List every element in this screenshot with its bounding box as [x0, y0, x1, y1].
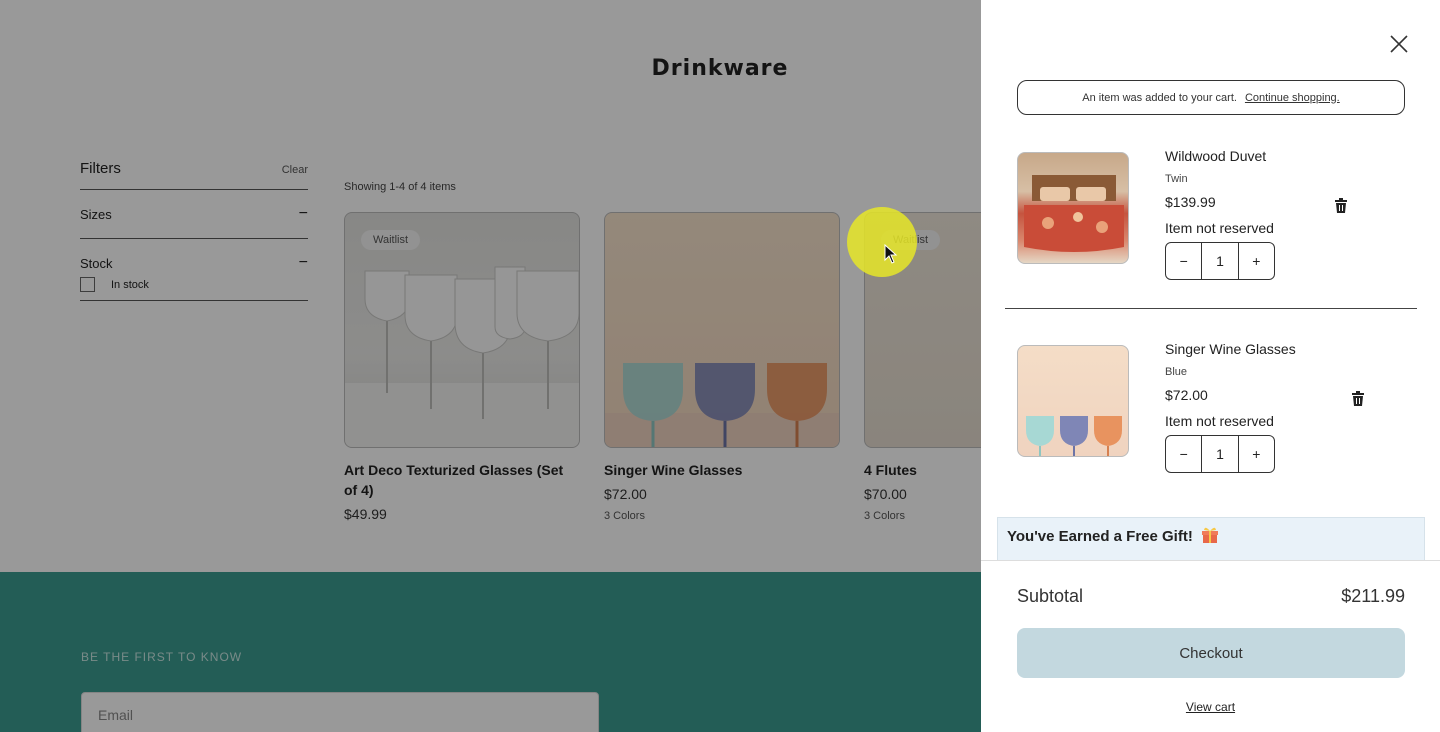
- cart-item-name[interactable]: Singer Wine Glasses: [1165, 341, 1365, 357]
- cursor-highlight: [847, 207, 917, 277]
- gift-title: You've Earned a Free Gift!: [1007, 526, 1219, 545]
- cart-item-variant: Twin: [1165, 173, 1188, 185]
- cart-item-details: Singer Wine Glasses Blue $72.00 Item not…: [1165, 341, 1365, 473]
- close-icon[interactable]: [1388, 33, 1410, 55]
- cart-item-price: $72.00: [1165, 387, 1208, 403]
- decrease-quantity-button[interactable]: −: [1166, 243, 1201, 279]
- continue-shopping-link[interactable]: Continue shopping.: [1245, 92, 1340, 104]
- mouse-pointer-icon: [884, 244, 898, 264]
- cart-summary: Subtotal $211.99 Checkout View cart: [981, 560, 1440, 732]
- modal-backdrop[interactable]: [0, 0, 981, 732]
- added-to-cart-notice: An item was added to your cart. Continue…: [1017, 80, 1405, 115]
- duvet-illustration: [1024, 175, 1124, 252]
- quantity-stepper: − 1 +: [1165, 435, 1275, 473]
- quantity-stepper: − 1 +: [1165, 242, 1275, 280]
- increase-quantity-button[interactable]: +: [1239, 243, 1274, 279]
- cart-item-variant: Blue: [1165, 366, 1188, 378]
- cart-item-name[interactable]: Wildwood Duvet: [1165, 148, 1365, 164]
- cart-item-image[interactable]: [1017, 152, 1129, 264]
- gift-icon: [1202, 527, 1219, 543]
- trash-icon[interactable]: [1334, 198, 1348, 214]
- cart-item-details: Wildwood Duvet Twin $139.99 Item not res…: [1165, 148, 1365, 280]
- gift-title-text: You've Earned a Free Gift!: [1007, 528, 1193, 545]
- cart-item-image[interactable]: [1017, 345, 1129, 457]
- cart-divider: [1005, 308, 1417, 309]
- notice-text: An item was added to your cart.: [1082, 91, 1237, 104]
- wine-glasses-illustration: [1026, 416, 1122, 456]
- quantity-field[interactable]: 1: [1201, 243, 1239, 279]
- free-gift-banner: You've Earned a Free Gift!: [997, 517, 1425, 561]
- quantity-field[interactable]: 1: [1201, 436, 1239, 472]
- cart-item-reserve-status: Item not reserved: [1165, 413, 1274, 429]
- view-cart-link[interactable]: View cart: [981, 700, 1440, 714]
- decrease-quantity-button[interactable]: −: [1166, 436, 1201, 472]
- subtotal-value: $211.99: [1341, 586, 1405, 606]
- trash-icon[interactable]: [1351, 391, 1365, 407]
- increase-quantity-button[interactable]: +: [1239, 436, 1274, 472]
- checkout-button[interactable]: Checkout: [1017, 628, 1405, 678]
- cart-item-reserve-status: Item not reserved: [1165, 220, 1274, 236]
- subtotal-label: Subtotal: [1017, 586, 1084, 606]
